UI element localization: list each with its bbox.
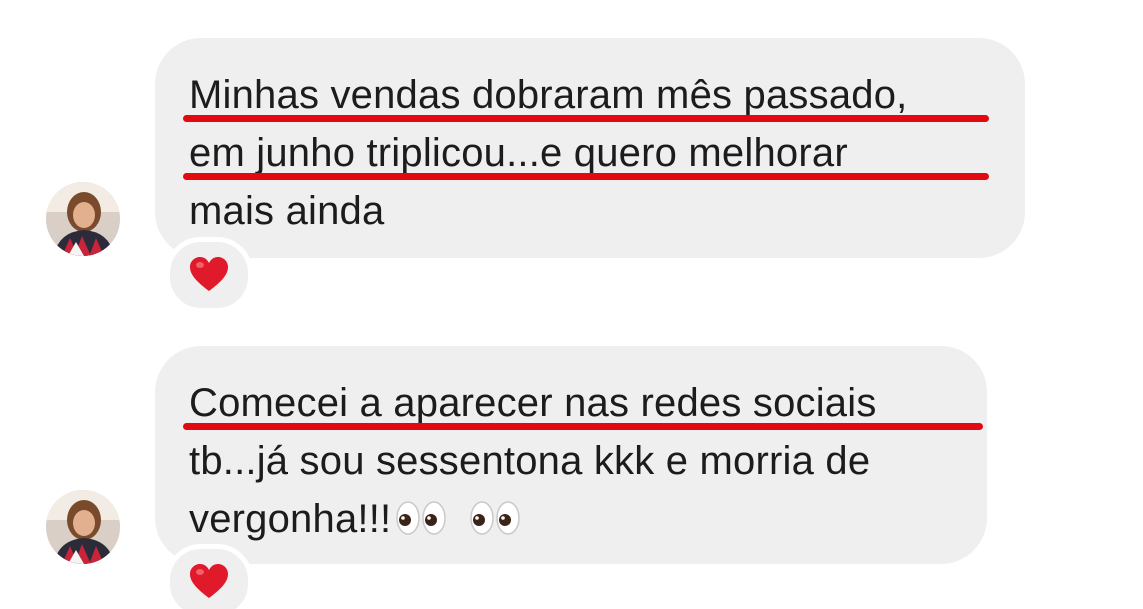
message-line: vergonha!!!: [189, 490, 957, 552]
avatar[interactable]: [46, 490, 120, 564]
message-line: tb...já sou sessentona kkk e morria de: [189, 439, 871, 483]
red-underline: [183, 423, 983, 430]
reaction-badge[interactable]: [165, 544, 253, 609]
eyes-icon: [469, 494, 521, 552]
message-row: Comecei a aparecer nas redes sociais tb.…: [0, 0, 1143, 609]
eyes-icon: [395, 494, 447, 552]
chat-thread: Minhas vendas dobraram mês passado, em j…: [0, 0, 1143, 609]
message-line: Comecei a aparecer nas redes sociais: [183, 374, 983, 432]
heart-icon: [190, 564, 228, 598]
message-bubble[interactable]: Comecei a aparecer nas redes sociais tb.…: [155, 346, 987, 564]
